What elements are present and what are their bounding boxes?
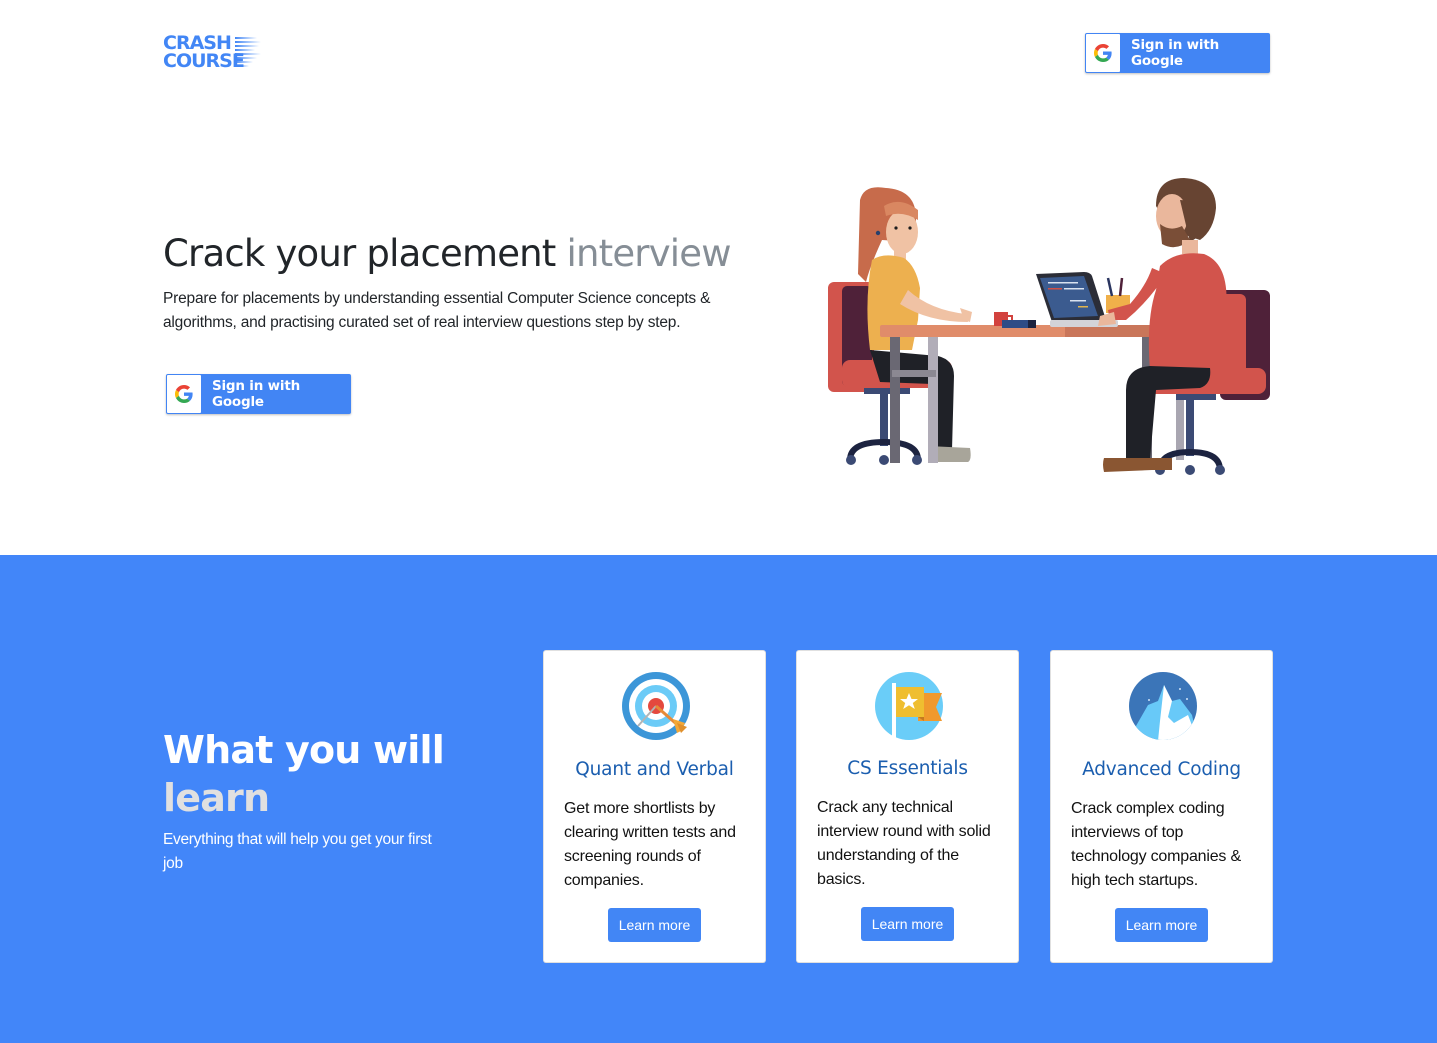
- logo-speed-lines: [235, 37, 261, 69]
- interview-illustration: [820, 170, 1280, 490]
- header: CRASH COURSE Sign in with Google: [0, 0, 1437, 110]
- google-g-icon: [167, 375, 201, 413]
- course-card-cs-essentials: CS Essentials Crack any technical interv…: [796, 650, 1019, 963]
- header-sign-in-with-google-button[interactable]: Sign in with Google: [1085, 33, 1270, 73]
- sign-in-label: Sign in with Google: [1130, 37, 1219, 69]
- learn-title: What you will learn: [163, 726, 463, 822]
- learn-title-main: What you will: [163, 728, 445, 772]
- course-card-quant-verbal: Quant and Verbal Get more shortlists by …: [543, 650, 766, 963]
- learn-more-button[interactable]: Learn more: [861, 907, 954, 941]
- card-title: CS Essentials: [847, 758, 968, 779]
- hero-description: Prepare for placements by understanding …: [163, 290, 711, 331]
- course-card-advanced-coding: Advanced Coding Crack complex coding int…: [1050, 650, 1273, 963]
- google-g-icon: [1086, 34, 1120, 72]
- sign-in-label: Sign in with Google: [211, 378, 300, 410]
- hero-title-muted: interview: [566, 232, 732, 275]
- card-description: Get more shortlists by clearing written …: [564, 800, 736, 889]
- learn-more-button[interactable]: Learn more: [608, 908, 701, 942]
- crash-course-logo[interactable]: CRASH COURSE: [163, 34, 263, 74]
- card-description: Crack complex coding interviews of top t…: [1071, 800, 1241, 889]
- hero-title-main: Crack your placement: [163, 232, 556, 275]
- learn-title-muted: learn: [163, 776, 270, 820]
- hero-sign-in-with-google-button[interactable]: Sign in with Google: [166, 374, 351, 414]
- mountain-icon: [1128, 671, 1198, 741]
- man-shirt: [1148, 253, 1227, 370]
- learn-more-button[interactable]: Learn more: [1115, 908, 1208, 942]
- card-title: Quant and Verbal: [575, 759, 734, 780]
- card-description: Crack any technical interview round with…: [817, 799, 991, 888]
- target-icon: [621, 671, 691, 741]
- learn-subtitle: Everything that will help you get your f…: [163, 831, 432, 872]
- hero-title: Crack your placement interview: [163, 232, 732, 275]
- card-title: Advanced Coding: [1082, 759, 1241, 780]
- flag-icon: [874, 671, 944, 741]
